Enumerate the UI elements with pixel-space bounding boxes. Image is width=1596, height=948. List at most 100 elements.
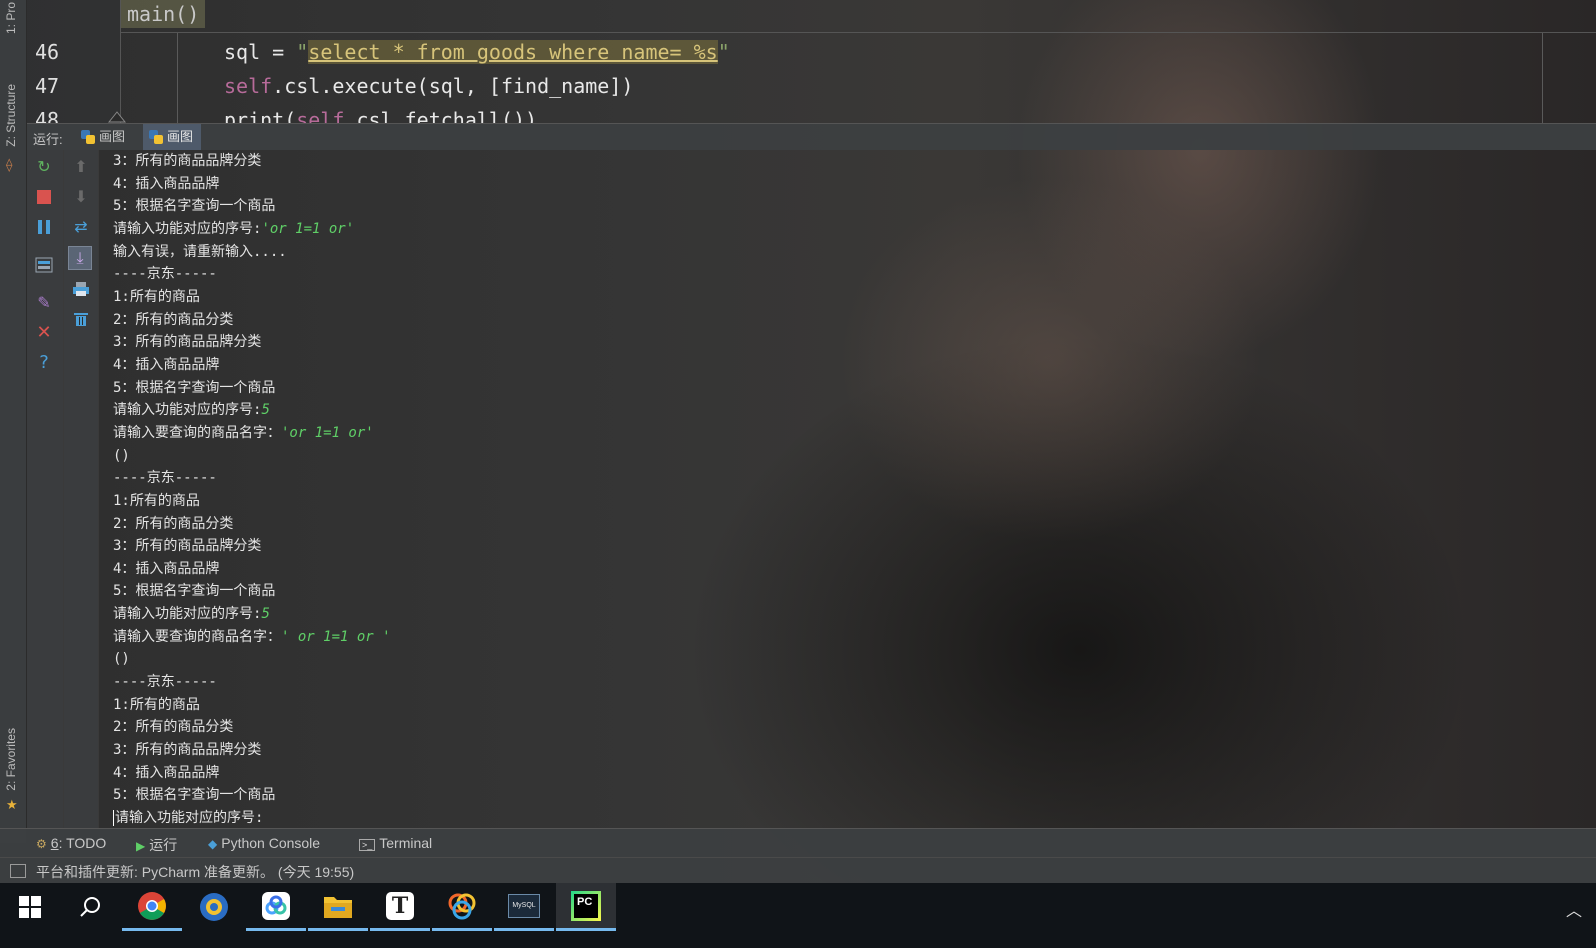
code-line-48: print(self.csl.fetchall()) [224,108,538,123]
pycharm-taskbar-item[interactable]: PC [556,883,616,931]
run-tab-1[interactable]: 画图 [75,124,133,150]
console-line: 2：所有的商品分类 [99,716,1596,739]
scroll-down-icon[interactable]: ⬇ [70,186,92,208]
console-line: 4：插入商品品牌 [99,354,1596,377]
favorites-star-icon: ★ [6,798,18,813]
editor-divider [121,32,1596,33]
baidu-netdisk-icon [262,891,290,920]
console-line: ----京东----- [99,467,1596,490]
console-prompt-text: 3：所有的商品品牌分类 [113,538,262,555]
console-line: 输入有误，请重新输入.... [99,241,1596,264]
color-app-taskbar-item[interactable] [432,883,492,931]
console-line: 请输入功能对应的序号:5 [99,399,1596,422]
search-icon [80,897,100,917]
globe-app-taskbar-item[interactable] [184,883,244,931]
project-tool-button[interactable]: 1: Pro [4,2,18,34]
python-console-tab[interactable]: ◆ Python Console [208,835,320,851]
console-prompt-text: ----京东----- [113,674,217,691]
run-toolbar-primary: ↻ ✎ ✕ ? [27,150,64,828]
console-prompt-text: 2：所有的商品分类 [113,311,234,328]
status-message[interactable]: 平台和插件更新: PyCharm 准备更新。 (今天 19:55) [36,862,354,882]
print-icon[interactable] [70,278,92,300]
chrome-taskbar-item[interactable] [122,883,182,931]
indent-guide [177,33,178,123]
console-line: 5：根据名字查询一个商品 [99,377,1596,400]
code-line-46: sql = "select * from goods where name= %… [224,40,730,64]
layout-icon[interactable] [33,254,55,276]
terminal-icon: >_ [359,839,376,851]
console-prompt-text: 请输入功能对应的序号: [113,606,262,623]
console-prompt-text: 5：根据名字查询一个商品 [113,583,276,600]
fold-marker-icon[interactable] [107,108,127,123]
console-prompt-text: 5：根据名字查询一个商品 [113,198,276,215]
search-button[interactable] [60,883,120,931]
rerun-icon[interactable]: ↻ [33,156,55,178]
console-user-input: 'or 1=1 or' [261,220,355,237]
favorites-tool-button[interactable]: 2: Favorites [4,728,18,791]
soft-wrap-icon[interactable]: ⇄ [70,216,92,238]
scroll-to-end-icon[interactable]: ⤓ [68,246,92,270]
structure-tool-button[interactable]: Z: Structure [4,84,18,147]
todo-tab[interactable]: ⚙ 6: TODO [36,835,106,851]
console-line: 5：根据名字查询一个商品 [99,580,1596,603]
typora-icon: T [386,891,414,920]
run-toolbar-secondary: ⬆ ⬇ ⇄ ⤓ [64,150,99,828]
console-prompt-text: 4：插入商品品牌 [113,560,220,577]
typora-taskbar-item[interactable]: T [370,883,430,931]
file-explorer-taskbar-item[interactable] [308,883,368,931]
mysql-taskbar-item[interactable]: MySQL [494,883,554,931]
trash-icon[interactable] [70,308,92,330]
windows-logo-icon [19,896,41,918]
baidu-netdisk-taskbar-item[interactable] [246,883,306,931]
stop-icon[interactable] [33,186,55,208]
close-icon[interactable]: ✕ [33,322,55,344]
pin-tab-icon[interactable]: ✎ [33,292,55,314]
windows-taskbar: T MySQL PC ︿ [0,883,1596,948]
pause-icon[interactable] [33,216,55,238]
scroll-up-icon[interactable]: ⬆ [70,156,92,178]
console-line: () [99,445,1596,468]
line-number: 46 [35,40,60,64]
console-line: 请输入要查询的商品名字：'or 1=1 or' [99,422,1596,445]
todo-icon: ⚙ [36,837,47,851]
bottom-tool-bar: ⚙ 6: TODO ▶ 运行 ◆ Python Console >_ Terminal [0,828,1596,858]
console-prompt-text: 1:所有的商品 [113,288,200,305]
console-prompt-text: 请输入要查询的商品名字： [113,628,281,645]
console-prompt-text: 3：所有的商品品牌分类 [113,742,262,759]
console-user-input: 5 [261,402,270,419]
pycharm-icon: PC [571,890,601,921]
console-prompt-text: ----京东----- [113,470,217,487]
run-console-output[interactable]: 3：所有的商品品牌分类 4：插入商品品牌 5：根据名字查询一个商品 请输入功能对应的序… [99,150,1596,828]
console-prompt-text: 2：所有的商品分类 [113,515,234,532]
code-line-47: self.csl.execute(sql, [find_name]) [224,74,634,98]
run-tab[interactable]: ▶ 运行 [136,835,177,855]
console-prompt-text: 1:所有的商品 [113,492,200,509]
console-prompt-text: 请输入功能对应的序号: [113,220,262,237]
toggle-tool-windows-icon[interactable] [10,864,26,878]
console-prompt-text: 5：根据名字查询一个商品 [113,379,276,396]
console-line: ----京东----- [99,263,1596,286]
console-line: ----京东----- [99,671,1596,694]
console-prompt-text: 请输入功能对应的序号: [113,402,262,419]
terminal-tab[interactable]: >_ Terminal [359,835,432,851]
console-prompt-text: 3：所有的商品品牌分类 [113,334,262,351]
start-button[interactable] [0,883,60,931]
console-line: 请输入功能对应的序号:'or 1=1 or' [99,218,1596,241]
console-prompt-text: () [113,447,130,464]
console-line: 请输入要查询的商品名字：' or 1=1 or ' [99,626,1596,649]
python-file-icon [149,130,163,144]
line-number: 47 [35,74,60,98]
console-line: 请输入功能对应的序号:5 [99,603,1596,626]
run-tab-label: 画图 [167,129,194,144]
structure-icon: ⟠ [6,158,13,173]
code-editor[interactable]: 46 47 48 main() sql = "select * from goo… [27,0,1596,123]
run-tab-2[interactable]: 画图 [143,124,202,150]
console-prompt-text: ----京东----- [113,266,217,283]
help-icon[interactable]: ? [33,352,55,374]
console-prompt-text: 4：插入商品品牌 [113,764,220,781]
run-icon: ▶ [136,839,146,853]
tray-overflow-chevron-icon[interactable]: ︿ [1566,897,1582,921]
console-prompt-text: 2：所有的商品分类 [113,719,234,736]
status-bar: 平台和插件更新: PyCharm 准备更新。 (今天 19:55) [0,857,1596,884]
breadcrumb[interactable]: main() [121,0,206,28]
